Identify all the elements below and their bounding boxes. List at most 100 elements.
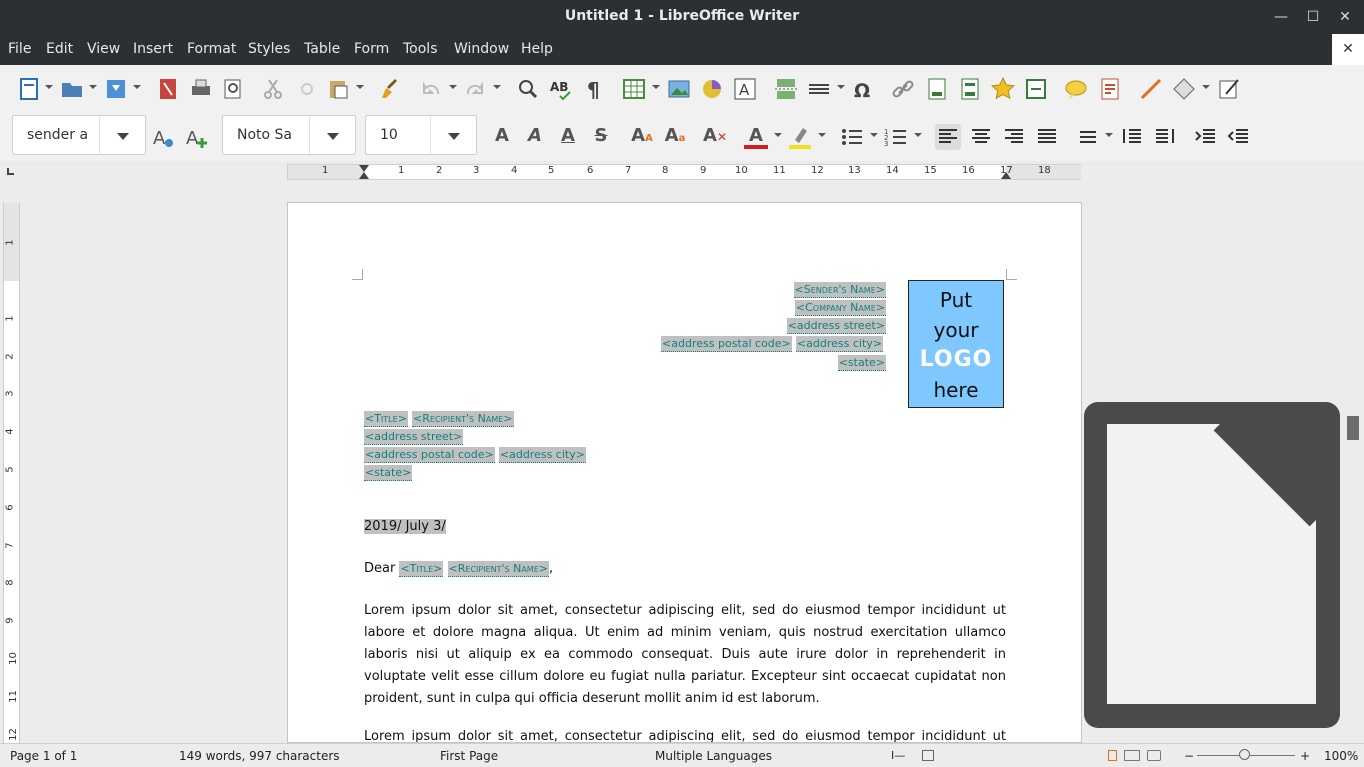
horizontal-ruler[interactable]: 1 1 2 3 4 5 6 7 8 9 10 11 12 13 14 15 16… [287, 164, 1081, 180]
paragraph-style-combo[interactable]: sender a [12, 115, 146, 155]
sender-name-field[interactable]: <Sender's Name> [793, 282, 886, 298]
insert-textbox-icon[interactable]: A [732, 76, 758, 102]
single-page-view-icon[interactable] [1108, 750, 1117, 761]
font-color-icon[interactable]: A [744, 125, 768, 149]
line-spacing-icon[interactable] [1074, 124, 1100, 150]
insert-mode-icon[interactable]: I— [891, 749, 905, 762]
draw-functions-icon[interactable] [1216, 76, 1242, 102]
scrollbar-thumb[interactable] [1347, 416, 1359, 440]
font-name-dropdown-icon[interactable] [327, 133, 339, 140]
justify-icon[interactable] [1034, 124, 1060, 150]
insert-line-icon[interactable] [1138, 76, 1164, 102]
salutation-name-field[interactable]: <Recipient's Name> [447, 561, 549, 577]
strikethrough-icon[interactable]: S [589, 125, 613, 146]
open-folder-icon[interactable] [59, 76, 85, 102]
new-document-icon[interactable] [16, 76, 42, 102]
recipient-state-field[interactable]: <state> [364, 465, 413, 481]
open-dropdown-icon[interactable] [89, 85, 97, 89]
field-dropdown-icon[interactable] [837, 85, 845, 89]
menu-window[interactable]: Window [454, 41, 509, 57]
undo-icon[interactable] [418, 76, 444, 102]
shapes-dropdown-icon[interactable] [1202, 85, 1210, 89]
insert-field-icon[interactable] [806, 76, 832, 102]
sender-street-field[interactable]: <address street> [786, 318, 886, 334]
menu-help[interactable]: Help [521, 41, 553, 57]
align-right-icon[interactable] [1001, 124, 1027, 150]
left-indent-marker[interactable] [359, 172, 369, 179]
superscript-icon[interactable]: AA [630, 125, 654, 146]
save-icon[interactable] [103, 76, 129, 102]
align-left-icon[interactable] [935, 124, 961, 150]
sender-state-field[interactable]: <state> [837, 355, 886, 371]
new-style-icon[interactable]: A [183, 124, 209, 150]
close-document-button[interactable]: ✕ [1332, 34, 1364, 65]
print-icon[interactable] [188, 76, 214, 102]
date-field[interactable]: 2019/ July 3/ [364, 519, 446, 534]
insert-chart-icon[interactable] [699, 76, 725, 102]
recipient-city-field[interactable]: <address city> [498, 447, 586, 463]
increase-indent-icon[interactable] [1193, 124, 1219, 150]
page-count[interactable]: Page 1 of 1 [10, 749, 77, 763]
font-name-combo[interactable]: Noto Sa [222, 115, 356, 155]
menu-table[interactable]: Table [304, 41, 340, 57]
align-center-icon[interactable] [968, 124, 994, 150]
insert-table-icon[interactable] [621, 76, 647, 102]
clear-formatting-icon[interactable]: A✕ [703, 125, 727, 146]
zoom-slider-handle[interactable] [1239, 749, 1250, 760]
decrease-paragraph-spacing-icon[interactable] [1152, 124, 1178, 150]
sender-company-field[interactable]: <Company Name> [794, 300, 886, 316]
underline-icon[interactable]: A [556, 125, 580, 146]
right-indent-marker[interactable] [1001, 172, 1011, 179]
insert-footnote-icon[interactable] [924, 76, 950, 102]
recipient-postal-field[interactable]: <address postal code> [364, 447, 495, 463]
cut-icon[interactable] [260, 76, 286, 102]
italic-icon[interactable]: A [523, 125, 547, 146]
export-pdf-icon[interactable] [155, 76, 181, 102]
document-page[interactable]: <Sender's Name> <Company Name> <address … [287, 202, 1082, 743]
numbered-list-icon[interactable]: 123 [883, 124, 909, 150]
sender-postal-field[interactable]: <address postal code> [661, 336, 792, 352]
menu-file[interactable]: File [8, 41, 31, 57]
basic-shapes-icon[interactable] [1171, 76, 1197, 102]
bookmark-star-icon[interactable] [990, 76, 1016, 102]
font-size-dropdown-icon[interactable] [448, 133, 460, 140]
find-replace-icon[interactable] [515, 76, 541, 102]
book-view-icon[interactable] [1147, 750, 1161, 761]
font-size-combo[interactable]: 10 [365, 115, 477, 155]
subscript-icon[interactable]: Aa [663, 125, 687, 146]
logo-placeholder[interactable]: Put your LOGO here [908, 280, 1004, 408]
first-line-indent-marker[interactable] [359, 165, 369, 172]
new-dropdown-icon[interactable] [45, 85, 53, 89]
maximize-button[interactable]: ☐ [1304, 8, 1322, 26]
insert-image-icon[interactable] [666, 76, 692, 102]
redo-icon[interactable] [462, 76, 488, 102]
document-modified-icon[interactable] [922, 750, 934, 761]
insert-endnote-icon[interactable] [957, 76, 983, 102]
clone-formatting-icon[interactable] [376, 76, 402, 102]
line-spacing-dropdown-icon[interactable] [1105, 133, 1113, 137]
bold-icon[interactable]: A [490, 125, 514, 146]
highlight-color-icon[interactable] [787, 124, 813, 150]
table-dropdown-icon[interactable] [652, 85, 660, 89]
cross-reference-icon[interactable] [1023, 76, 1049, 102]
multi-page-view-icon[interactable] [1124, 750, 1140, 761]
tab-type-icon[interactable] [7, 168, 14, 175]
highlight-dropdown-icon[interactable] [818, 133, 826, 137]
menu-view[interactable]: View [87, 41, 120, 57]
redo-dropdown-icon[interactable] [493, 85, 501, 89]
sender-city-field[interactable]: <address city> [795, 336, 883, 352]
increase-paragraph-spacing-icon[interactable] [1119, 124, 1145, 150]
spelling-icon[interactable]: AB [548, 76, 574, 102]
hyperlink-icon[interactable] [890, 76, 916, 102]
page-style[interactable]: First Page [440, 749, 498, 763]
copy-icon[interactable] [294, 76, 320, 102]
bullet-list-icon[interactable] [839, 124, 865, 150]
vertical-ruler[interactable]: 1 1 2 3 4 5 6 7 8 9 10 11 12 [3, 203, 20, 743]
recipient-title-field[interactable]: <Title> [364, 411, 408, 427]
menu-tools[interactable]: Tools [403, 41, 438, 57]
menu-insert[interactable]: Insert [133, 41, 173, 57]
undo-dropdown-icon[interactable] [449, 85, 457, 89]
save-dropdown-icon[interactable] [133, 85, 141, 89]
zoom-out-icon[interactable]: − [1184, 749, 1194, 763]
salutation-title-field[interactable]: <Title> [399, 561, 444, 577]
